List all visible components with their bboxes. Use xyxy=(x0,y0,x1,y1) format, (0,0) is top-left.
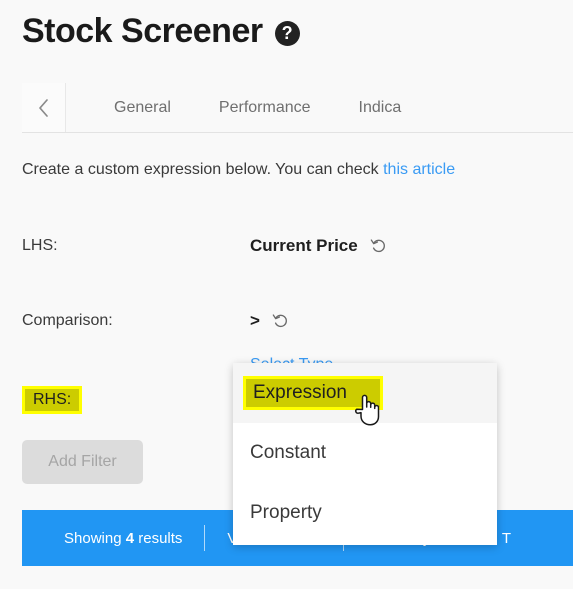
tab-performance[interactable]: Performance xyxy=(195,83,335,133)
dropdown-item-expression-label: Expression xyxy=(243,376,383,410)
dropdown-item-expression[interactable]: Expression xyxy=(233,363,497,423)
lhs-row: LHS: Current Price xyxy=(22,236,542,256)
add-filter-button[interactable]: Add Filter xyxy=(22,440,143,484)
results-count-text: Showing 4 results xyxy=(64,530,182,547)
dropdown-item-property-label: Property xyxy=(250,502,322,523)
results-bar-divider xyxy=(204,525,206,551)
comparison-label: Comparison: xyxy=(22,312,113,329)
comparison-undo-arrow-icon[interactable] xyxy=(272,312,290,330)
rhs-label-wrapper: RHS: xyxy=(22,386,250,414)
page-title: Stock Screener xyxy=(22,12,263,50)
lhs-value[interactable]: Current Price xyxy=(250,236,358,256)
question-mark-circle-icon[interactable]: ? xyxy=(274,20,300,46)
comparison-operator[interactable]: > xyxy=(250,311,260,331)
lhs-value-group: Current Price xyxy=(250,236,388,256)
lhs-label: LHS: xyxy=(22,237,58,254)
dropdown-item-property[interactable]: Property xyxy=(233,483,497,543)
tab-list: General Performance Indica xyxy=(66,83,573,132)
dropdown-item-constant-label: Constant xyxy=(250,442,327,463)
comparison-row: Comparison: > xyxy=(22,311,542,331)
expression-description: Create a custom expression below. You ca… xyxy=(22,161,455,179)
showing-suffix: results xyxy=(134,529,183,547)
page-header: Stock Screener ? xyxy=(22,14,300,48)
dropdown-item-constant[interactable]: Constant xyxy=(233,423,497,483)
description-text-before: Create a custom expression below. You ca… xyxy=(22,161,384,178)
results-count: 4 xyxy=(125,529,135,547)
screener-tab-strip: General Performance Indica xyxy=(22,83,573,133)
tabs-scroll-left-button[interactable] xyxy=(22,83,66,132)
rhs-label: RHS: xyxy=(22,386,83,414)
comparison-value-group: > xyxy=(250,311,290,331)
tab-indicators[interactable]: Indica xyxy=(335,83,426,133)
showing-prefix: Showing xyxy=(64,529,126,547)
select-type-dropdown-menu: Expression Constant Property xyxy=(233,363,497,545)
this-article-link[interactable]: this article xyxy=(383,161,455,178)
chevron-left-icon xyxy=(37,98,50,118)
lhs-undo-arrow-icon[interactable] xyxy=(370,237,388,255)
tab-general[interactable]: General xyxy=(66,83,195,133)
